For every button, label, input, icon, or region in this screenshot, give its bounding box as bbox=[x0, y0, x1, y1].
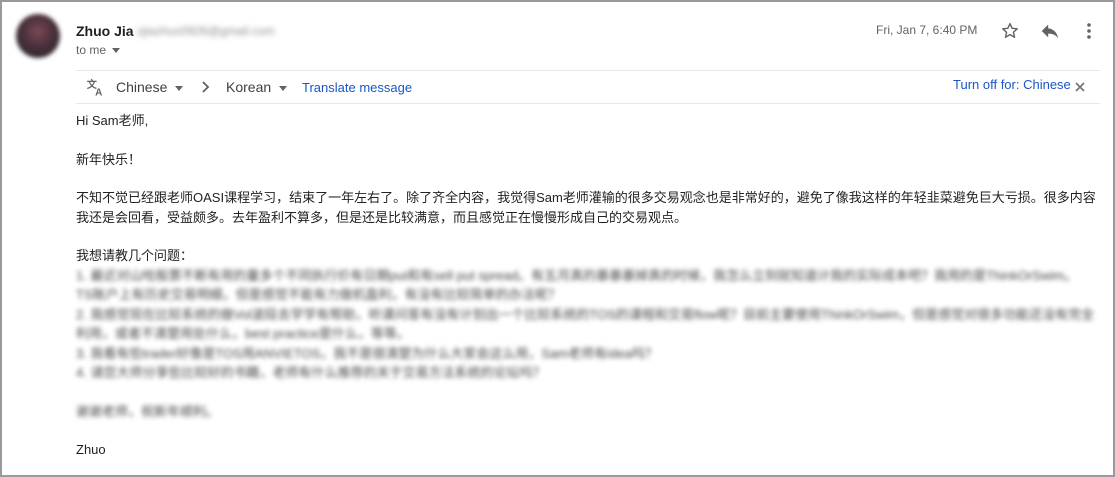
paragraph-line: 不知不觉已经跟老师OASI课程学习，结束了一年左右了。除了齐全内容，我觉得Sam… bbox=[76, 190, 1096, 205]
chevron-down-icon bbox=[175, 85, 184, 91]
star-button[interactable] bbox=[997, 18, 1023, 44]
blurred-line: 2. 我感觉现在比较系统的做Vol波段去学学有帮助，听课问答有没有计划出一个比较… bbox=[76, 306, 1095, 322]
turn-off-translation-link[interactable]: Turn off for: Chinese bbox=[953, 77, 1071, 92]
signature: Zhuo bbox=[76, 442, 106, 457]
svg-text:A: A bbox=[95, 87, 102, 97]
translate-bar: 文 A Chinese Korean Translate message Tur… bbox=[76, 70, 1100, 104]
target-language-select[interactable]: Korean bbox=[226, 79, 288, 95]
recipients-label: to me bbox=[76, 43, 107, 57]
email-date: Fri, Jan 7, 6:40 PM bbox=[876, 23, 978, 37]
blurred-closing: 谢谢老师，祝新年顺利。 bbox=[76, 403, 220, 419]
chevron-down-icon bbox=[279, 85, 288, 91]
new-year-line: 新年快乐！ bbox=[76, 151, 142, 167]
source-language-select[interactable]: Chinese bbox=[116, 79, 184, 95]
blurred-line: 3. 我看有些trader好像是TOS用ANVIETOS，我不是很清楚为什么大家… bbox=[76, 345, 658, 361]
questions-heading: 我想请教几个问题： bbox=[76, 248, 194, 263]
source-language-label: Chinese bbox=[116, 79, 168, 95]
target-language-label: Korean bbox=[226, 79, 272, 95]
more-options-button[interactable] bbox=[1078, 18, 1100, 44]
recipients-dropdown[interactable]: to me bbox=[76, 43, 121, 57]
chevron-right-icon bbox=[202, 81, 210, 93]
blurred-line: 4. 请您大师分享些比较好的书籍，老师有什么推荐的关于交易方法系统的论坛吗？ bbox=[76, 365, 546, 380]
blurred-line: 利用，或者不清楚用处什么，best practice是什么，等等。 bbox=[76, 326, 410, 341]
email-view: Zhuo Jia zjiazhuo0926@gmail.com to me Fr… bbox=[0, 0, 1115, 477]
sender-name[interactable]: Zhuo Jia bbox=[76, 23, 134, 39]
star-icon bbox=[1002, 22, 1018, 38]
chevron-down-icon bbox=[112, 48, 121, 54]
blurred-line: TS账户上有历史交易明细，但是感觉不能有力做机盈利，有没有比较简单的办法呢？ bbox=[76, 287, 561, 302]
sender-email[interactable]: zjiazhuo0926@gmail.com bbox=[137, 24, 275, 38]
close-icon[interactable] bbox=[1073, 80, 1087, 94]
more-vert-icon bbox=[1087, 23, 1091, 39]
message-body: Hi Sam老师, 新年快乐！ 不知不觉已经跟老师OASI课程学习，结束了一年左… bbox=[76, 111, 1100, 460]
translate-message-link[interactable]: Translate message bbox=[302, 80, 412, 95]
reply-button[interactable] bbox=[1037, 18, 1063, 44]
blurred-line: 1. 最近对山哈股票不断有用的量多个不同执行价有日期put和有sell put … bbox=[76, 267, 1078, 283]
reply-icon bbox=[1041, 24, 1059, 39]
sender-avatar[interactable] bbox=[16, 14, 60, 58]
paragraph-line: 我还是会回看，受益颇多。去年盈利不算多，但是还是比较满意，而且感觉正在慢慢形成自… bbox=[76, 209, 688, 225]
greeting: Hi Sam老师, bbox=[76, 113, 149, 128]
translate-icon: 文 A bbox=[87, 78, 103, 97]
